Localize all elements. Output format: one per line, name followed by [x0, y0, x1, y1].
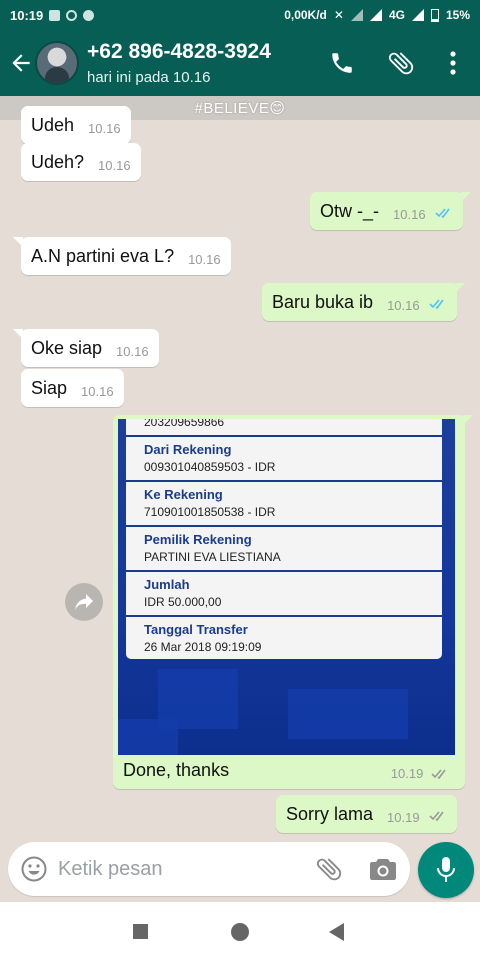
double-check-read-icon [429, 299, 444, 309]
message-time: 10.19 [387, 810, 420, 825]
recent-apps-button[interactable] [133, 924, 148, 939]
message-time: 10.16 [188, 252, 221, 267]
receipt-value: IDR 50.000,00 [144, 595, 222, 609]
mic-button[interactable] [418, 842, 474, 898]
camera-icon[interactable] [369, 856, 397, 882]
message-notification-icon [83, 9, 95, 21]
home-button[interactable] [231, 923, 249, 941]
receipt-row: Jumlah IDR 50.000,00 [126, 572, 442, 617]
receipt-row: 203209659866 [126, 419, 442, 437]
message-input[interactable] [58, 855, 298, 883]
notification-icon [49, 9, 61, 21]
message-time: 10.19 [391, 766, 449, 781]
receipt-row: Tanggal Transfer 26 Mar 2018 09:19:09 [126, 617, 442, 659]
receipt-card: 203209659866 Dari Rekening 0093010408595… [126, 419, 442, 659]
double-check-read-icon [435, 208, 450, 218]
last-seen: hari ini pada 10.16 [87, 69, 211, 86]
paperclip-icon[interactable] [314, 854, 344, 884]
message-time: 10.16 [393, 207, 426, 222]
message-bubble-outgoing[interactable]: Otw -_- 10.16 [310, 192, 471, 230]
network-type: 4G [388, 8, 405, 22]
battery-icon [430, 8, 439, 22]
forward-button[interactable] [65, 583, 103, 621]
clock: 10:19 [10, 7, 44, 23]
message-bubble-incoming[interactable]: Oke siap 10.16 [13, 329, 159, 367]
network-speed: 0,00K/d [284, 8, 327, 22]
status-left: 10:19 [10, 7, 95, 23]
mute-icon: ✕ [333, 8, 344, 22]
receipt-value: PARTINI EVA LIESTIANA [144, 550, 281, 564]
message-bubble-outgoing[interactable]: Sorry lama 10.19 [276, 795, 457, 833]
message-time: 10.16 [387, 298, 420, 313]
message-time: 10.16 [98, 158, 131, 173]
message-text: Baru buka ib [272, 292, 374, 312]
back-button[interactable] [329, 923, 344, 941]
receipt-row: Ke Rekening 710901001850538 - IDR [126, 482, 442, 527]
signal-icon [350, 9, 363, 21]
receipt-label: Tanggal Transfer [144, 622, 248, 637]
chat-header: +62 896-4828-3924 hari ini pada 10.16 [0, 30, 480, 96]
receipt-value: 710901001850538 - IDR [144, 505, 276, 519]
message-time: 10.16 [81, 384, 114, 399]
message-text: Siap [31, 378, 68, 398]
notification-icon [66, 9, 78, 21]
message-text: Udeh? [31, 152, 85, 172]
receipt-value: 203209659866 [144, 419, 225, 429]
message-bubble-incoming[interactable]: Udeh 10.16 [21, 106, 131, 144]
signal-icon [411, 9, 424, 21]
message-bubble-incoming[interactable]: Siap 10.16 [21, 369, 124, 407]
paperclip-icon[interactable] [386, 48, 416, 78]
receipt-label: Dari Rekening [144, 442, 232, 457]
message-input-container[interactable] [8, 842, 410, 896]
battery-level: 15% [445, 8, 470, 22]
status-bar: 10:19 0,00K/d ✕ 4G 15% [0, 0, 480, 30]
avatar[interactable] [35, 41, 79, 85]
message-text: A.N partini eva L? [31, 246, 175, 266]
image-caption: Done, thanks [123, 760, 230, 780]
message-time-text: 10.19 [390, 766, 424, 781]
message-text: Sorry lama [286, 804, 374, 824]
phone-icon[interactable] [329, 50, 355, 76]
forward-icon [75, 594, 93, 610]
double-check-icon [429, 811, 444, 821]
compose-bar [0, 842, 480, 902]
contact-name[interactable]: +62 896-4828-3924 [87, 40, 271, 64]
message-bubble-incoming[interactable]: A.N partini eva L? 10.16 [13, 237, 231, 275]
emoji-icon[interactable] [20, 855, 48, 883]
status-right: 0,00K/d ✕ 4G 15% [284, 8, 470, 22]
message-time: 10.16 [88, 121, 121, 136]
image-decoration [118, 719, 178, 755]
message-text: Oke siap [31, 338, 103, 358]
double-check-icon [431, 769, 446, 779]
message-bubble-incoming[interactable]: Udeh? 10.16 [21, 143, 141, 181]
image-decoration [288, 689, 408, 739]
receipt-row: Dari Rekening 009301040859503 - IDR [126, 437, 442, 482]
receipt-value: 26 Mar 2018 09:19:09 [144, 640, 262, 654]
receipt-label: Pemilik Rekening [144, 532, 252, 547]
receipt-row: Pemilik Rekening PARTINI EVA LIESTIANA [126, 527, 442, 572]
message-text: Udeh [31, 115, 75, 135]
receipt-label: Ke Rekening [144, 487, 223, 502]
mic-icon [437, 857, 455, 882]
signal-icon [369, 9, 382, 21]
chat-area[interactable]: #BELIEVE😊 Udeh 10.16 Udeh? 10.16 Otw -_- 10… [0, 96, 480, 842]
image-message[interactable]: 203209659866 Dari Rekening 0093010408595… [113, 415, 473, 789]
transfer-receipt-image[interactable]: 203209659866 Dari Rekening 0093010408595… [118, 419, 455, 755]
message-time: 10.16 [116, 344, 149, 359]
receipt-label: Jumlah [144, 577, 190, 592]
message-text: Otw -_- [320, 201, 380, 221]
more-vert-icon[interactable] [445, 50, 461, 76]
system-nav-bar [0, 902, 480, 960]
message-bubble-outgoing[interactable]: Baru buka ib 10.16 [262, 283, 465, 321]
receipt-value: 009301040859503 - IDR [144, 460, 276, 474]
back-arrow-icon[interactable] [8, 50, 34, 76]
